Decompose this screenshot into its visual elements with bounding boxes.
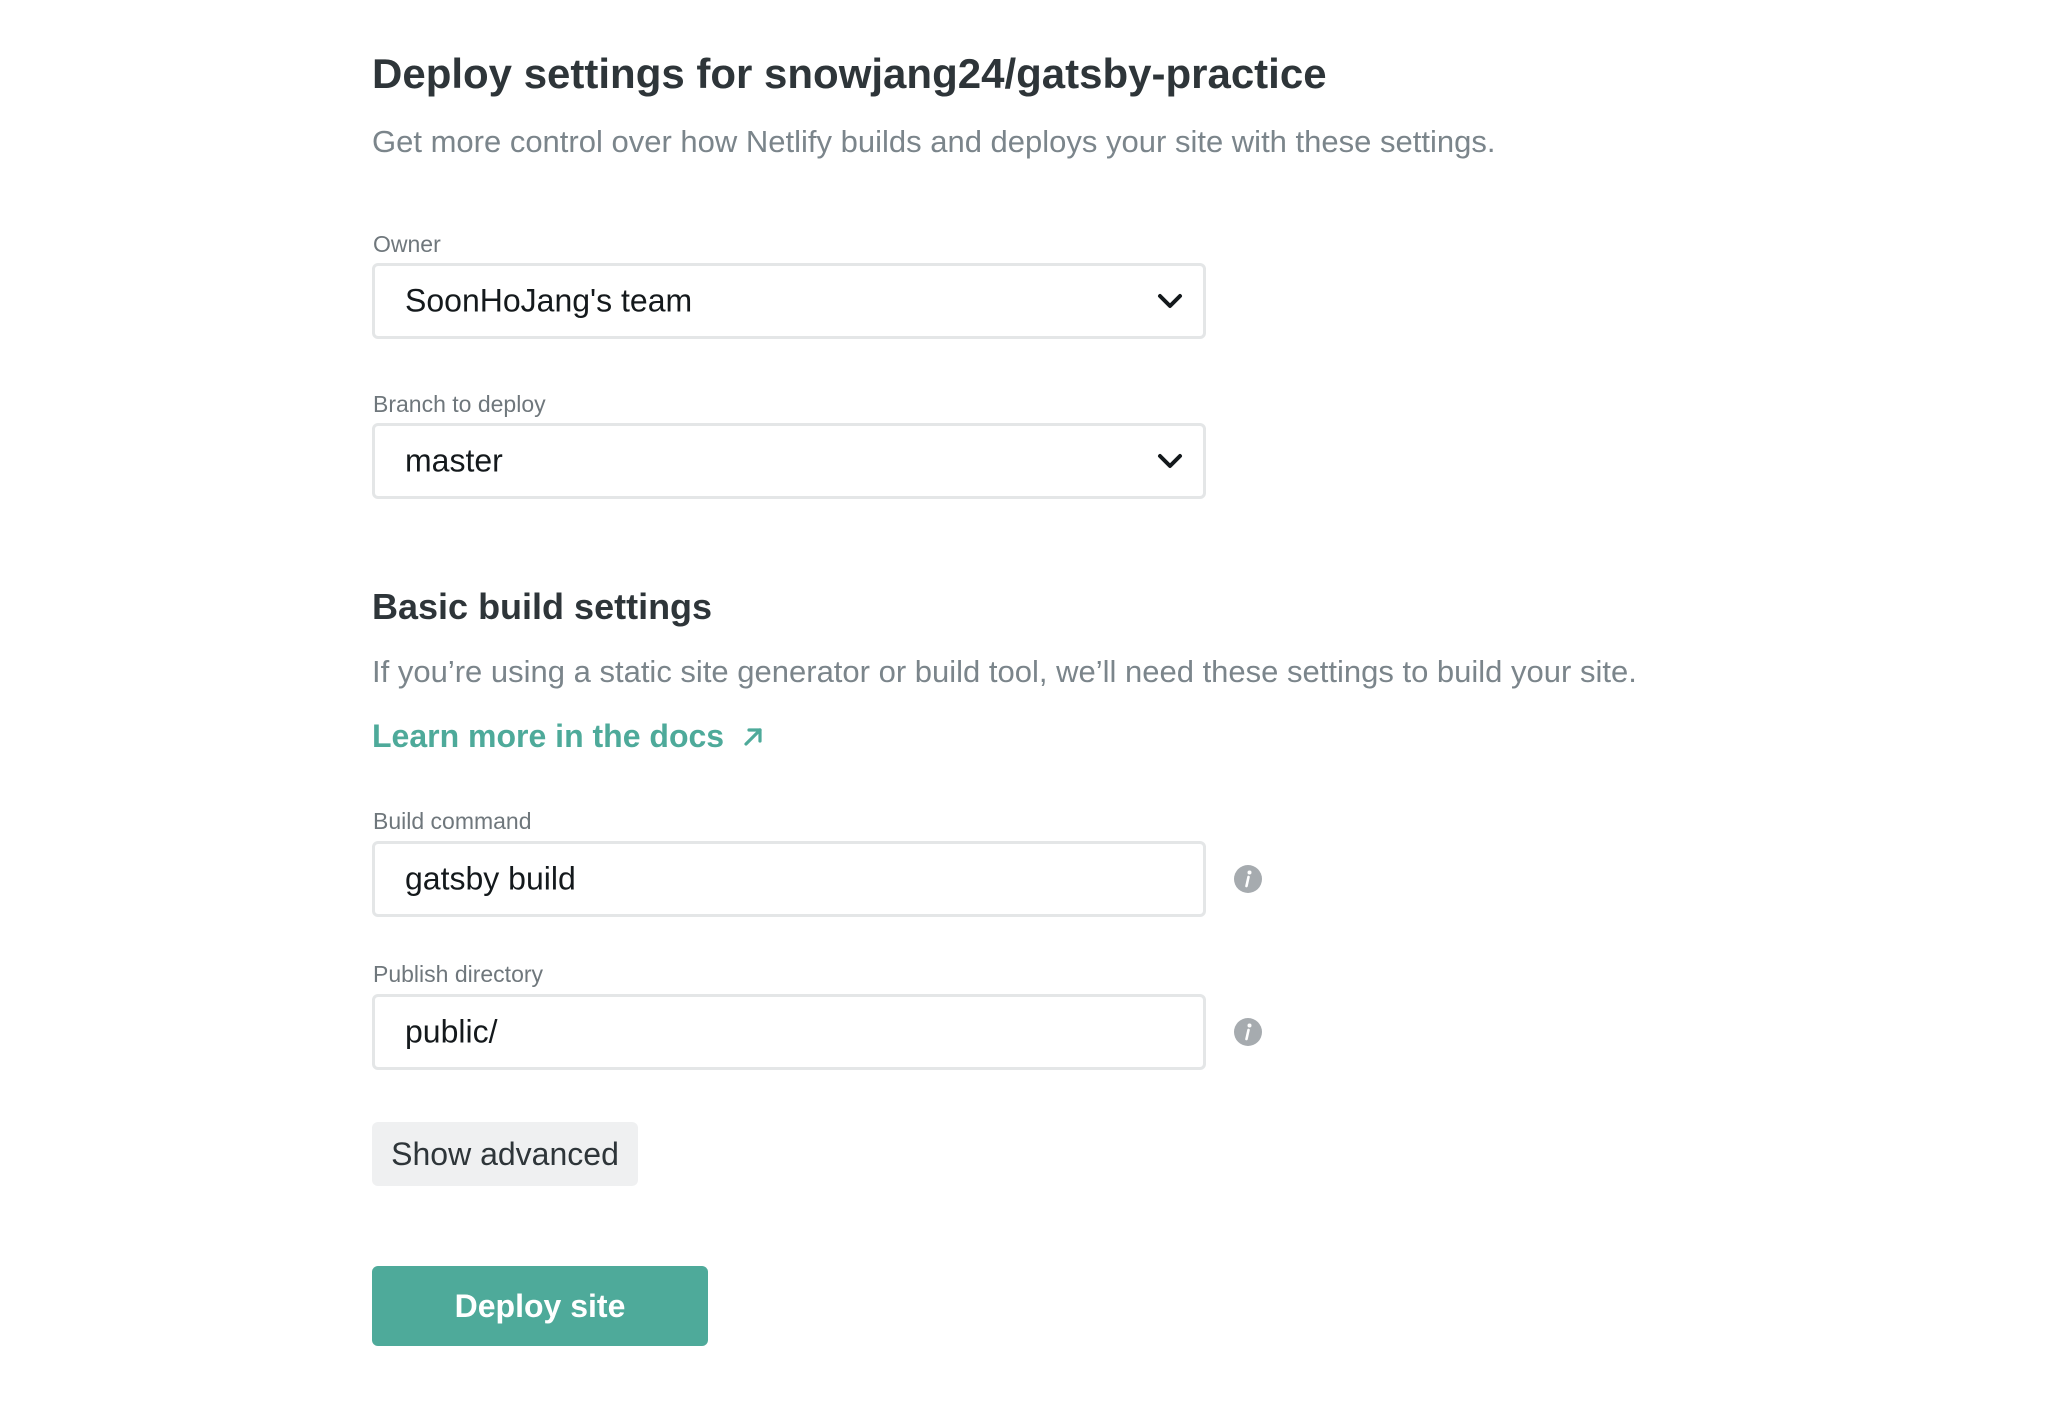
page-subtitle: Get more control over how Netlify builds… <box>372 124 1496 159</box>
learn-more-link-label: Learn more in the docs <box>372 718 725 754</box>
branch-label: Branch to deploy <box>373 391 546 417</box>
deploy-settings-page: Deploy settings for snowjang24/gatsby-pr… <box>0 0 2064 1402</box>
build-settings-heading: Basic build settings <box>372 586 713 627</box>
build-command-input[interactable]: gatsby build <box>372 841 1206 917</box>
external-arrow-icon <box>744 727 762 746</box>
build-command-label: Build command <box>373 808 532 834</box>
show-advanced-button[interactable]: Show advanced <box>372 1122 638 1186</box>
build-settings-description: If you’re using a static site generator … <box>372 654 1637 689</box>
page-title: Deploy settings for snowjang24/gatsby-pr… <box>372 50 1327 97</box>
build-command-value: gatsby build <box>405 860 576 897</box>
owner-label: Owner <box>373 231 441 257</box>
deploy-site-button[interactable]: Deploy site <box>372 1266 708 1346</box>
branch-select[interactable]: master <box>372 423 1206 499</box>
publish-directory-value: public/ <box>405 1013 498 1050</box>
info-icon[interactable] <box>1234 1018 1262 1046</box>
owner-select-value: SoonHoJang's team <box>405 282 693 319</box>
publish-directory-label: Publish directory <box>373 961 544 987</box>
chevron-down-icon <box>1158 294 1182 308</box>
publish-directory-input[interactable]: public/ <box>372 994 1206 1070</box>
learn-more-link[interactable]: Learn more in the docs <box>372 718 764 755</box>
owner-select[interactable]: SoonHoJang's team <box>372 263 1206 339</box>
branch-select-value: master <box>405 442 503 479</box>
info-icon[interactable] <box>1234 865 1262 893</box>
chevron-down-icon <box>1158 454 1182 468</box>
